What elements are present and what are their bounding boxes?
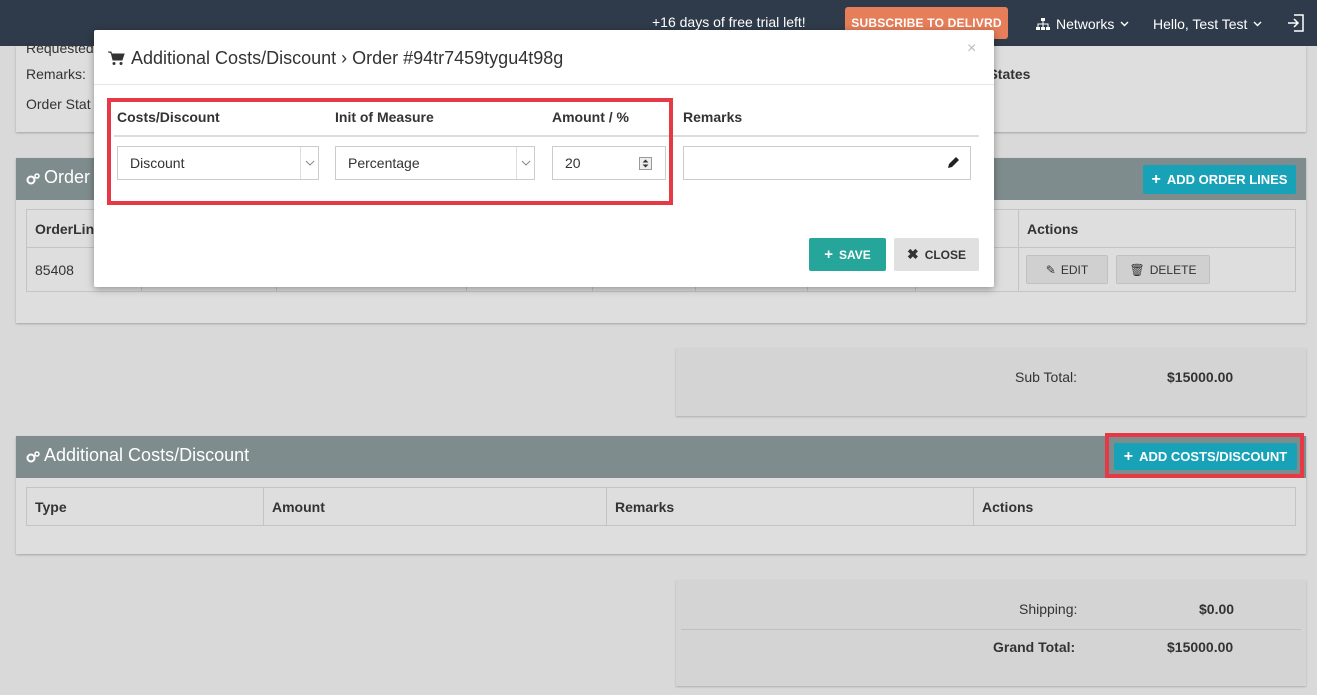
chevron-down-icon	[1253, 21, 1262, 27]
col-amount: Amount	[263, 487, 607, 526]
plus-icon: +	[1151, 170, 1161, 188]
close-button[interactable]: ✖ CLOSE	[894, 238, 979, 271]
trash-icon: 🗑	[1129, 262, 1145, 277]
requested-label: Requested	[26, 40, 94, 56]
shopping-cart-icon	[108, 51, 125, 65]
gears-icon	[26, 173, 40, 185]
save-button[interactable]: + SAVE	[809, 238, 886, 271]
totals-box: Shipping: $0.00 Grand Total: $15000.00	[676, 580, 1306, 686]
edit-icon: ✎	[1045, 262, 1056, 277]
logout-icon[interactable]	[1286, 13, 1306, 33]
plus-icon: +	[824, 246, 833, 263]
remarks-label: Remarks:	[26, 66, 86, 82]
table-header-row: Type Amount Remarks Actions	[26, 487, 1296, 526]
highlight-cost-fields	[107, 98, 673, 205]
sitemap-icon	[1036, 18, 1050, 30]
costs-table: Type Amount Remarks Actions	[26, 487, 1296, 526]
col-type: Type	[26, 487, 264, 526]
modal-title: Additional Costs/Discount › Order #94tr7…	[108, 48, 563, 69]
gears-icon	[26, 451, 40, 463]
col-actions: Actions	[973, 487, 1296, 526]
costs-discount-modal: Additional Costs/Discount › Order #94tr7…	[94, 30, 994, 287]
add-order-lines-button[interactable]: + ADD ORDER LINES	[1143, 165, 1296, 194]
highlight-add-costs	[1105, 433, 1304, 478]
col-actions: Actions	[1018, 209, 1296, 248]
subtotal-box: Sub Total: $15000.00	[676, 348, 1306, 416]
networks-label: Networks	[1056, 16, 1115, 32]
remarks-header: Remarks	[683, 109, 743, 125]
trial-notice: +16 days of free trial left!	[652, 14, 806, 30]
grand-total-value: $15000.00	[1167, 639, 1234, 655]
costs-title: Additional Costs/Discount	[44, 445, 250, 465]
delete-button[interactable]: 🗑 DELETE	[1116, 255, 1210, 284]
subtotal-value: $15000.00	[1167, 369, 1234, 385]
order-status-label: Order Stat	[26, 96, 91, 112]
grand-total-label: Grand Total:	[993, 639, 1076, 655]
close-label: CLOSE	[924, 247, 967, 262]
edit-label: EDIT	[1060, 262, 1089, 277]
edit-button[interactable]: ✎ EDIT	[1026, 255, 1108, 284]
shipping-value: $0.00	[1199, 601, 1235, 617]
delete-label: DELETE	[1149, 262, 1197, 277]
user-greeting: Hello, Test Test	[1153, 16, 1248, 32]
totals-divider	[681, 629, 1301, 630]
chevron-down-icon	[1120, 21, 1129, 27]
networks-menu[interactable]: Networks	[1036, 16, 1129, 32]
subtotal-label: Sub Total:	[1015, 369, 1078, 385]
save-label: SAVE	[838, 247, 871, 262]
col-remarks: Remarks	[606, 487, 974, 526]
modal-title-text: Additional Costs/Discount › Order #94tr7…	[131, 48, 564, 68]
pencil-icon	[948, 157, 959, 168]
add-order-lines-label: ADD ORDER LINES	[1166, 172, 1288, 187]
row-actions: ✎ EDIT 🗑 DELETE	[1018, 247, 1296, 292]
order-lines-title: Order	[44, 167, 91, 187]
times-icon: ✖	[906, 246, 919, 262]
close-icon[interactable]: ×	[967, 40, 976, 58]
shipping-label: Shipping:	[1019, 601, 1078, 617]
modal-divider	[94, 84, 994, 85]
remarks-input[interactable]	[683, 146, 971, 180]
user-menu[interactable]: Hello, Test Test	[1153, 16, 1262, 32]
